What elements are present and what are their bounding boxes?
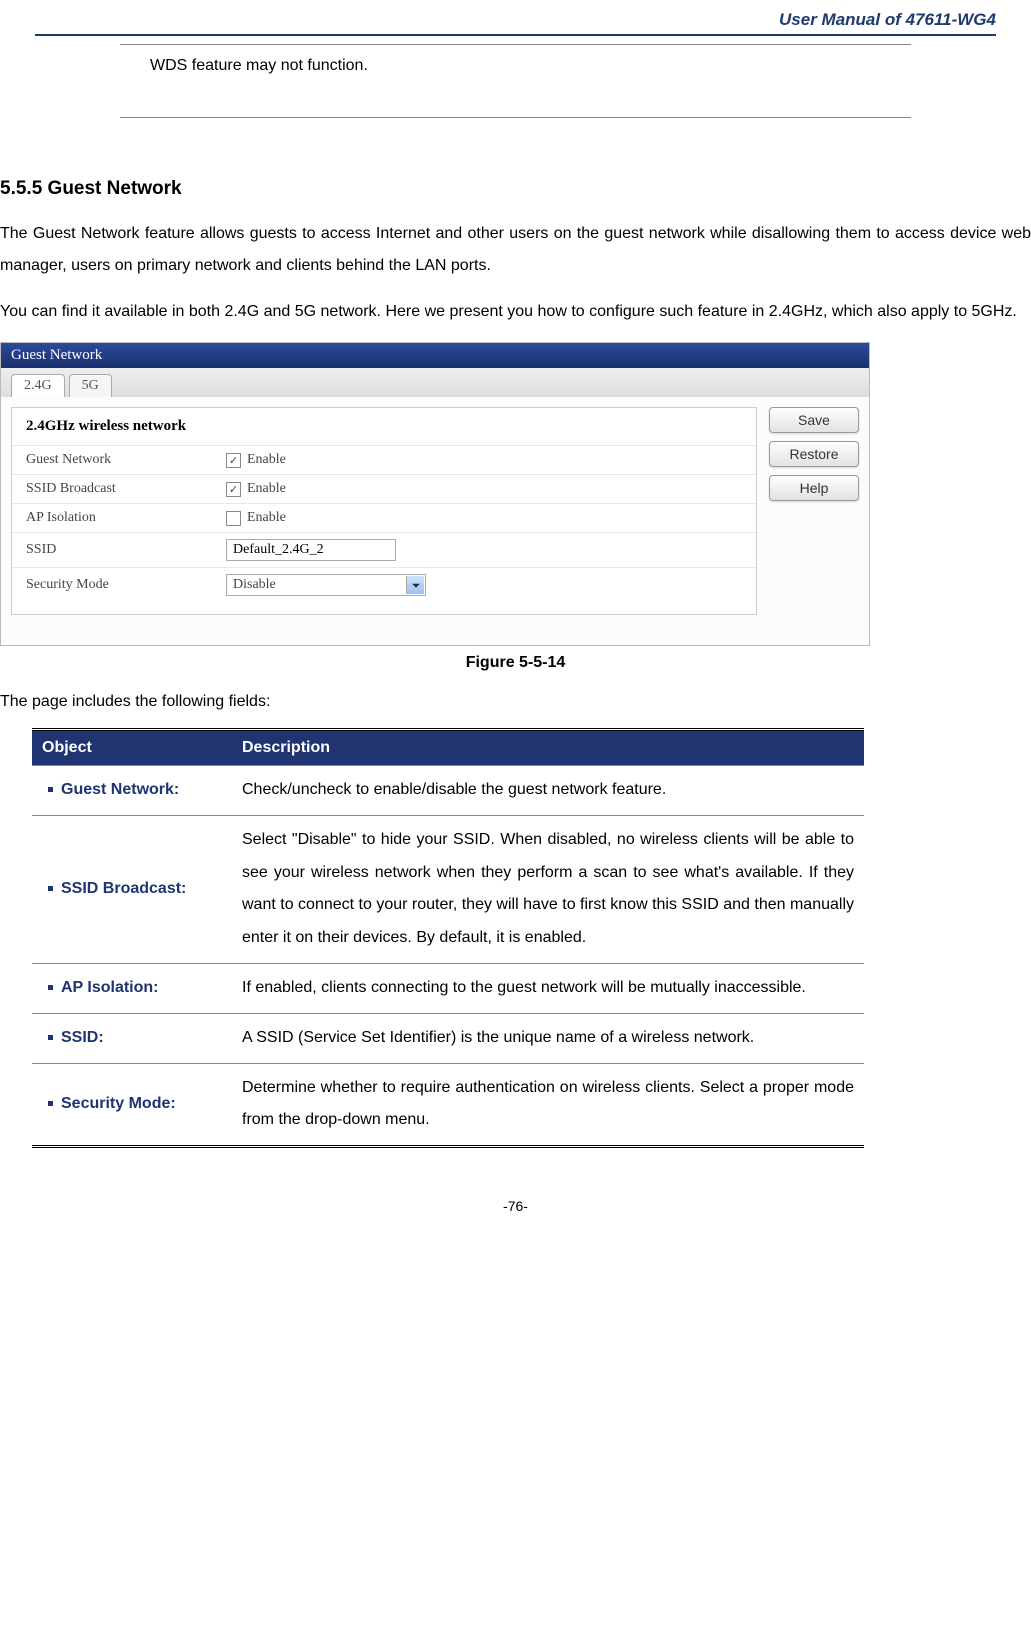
bullet-icon — [48, 787, 53, 792]
bullet-icon — [48, 1101, 53, 1106]
bullet-icon — [48, 886, 53, 891]
side-buttons: Save Restore Help — [769, 407, 859, 615]
enable-text: Enable — [247, 510, 286, 526]
desc-ssid: A SSID (Service Set Identifier) is the u… — [232, 1013, 864, 1063]
enable-text: Enable — [247, 452, 286, 468]
window-title: Guest Network — [1, 343, 869, 368]
tab-5g[interactable]: 5G — [69, 374, 112, 397]
doc-header-title: User Manual of 47611-WG4 — [0, 10, 1031, 34]
security-mode-select[interactable]: Disable — [226, 574, 426, 596]
description-table: Object Description Guest Network: Check/… — [32, 728, 864, 1148]
desc-guest-network: Check/uncheck to enable/disable the gues… — [232, 766, 864, 816]
desc-ssid-broadcast: Select "Disable" to hide your SSID. When… — [232, 815, 864, 963]
desc-ap-isolation: If enabled, clients connecting to the gu… — [232, 963, 864, 1013]
tab-bar: 2.4G 5G — [1, 368, 869, 397]
obj-security-mode: Security Mode: — [61, 1095, 176, 1112]
page-number: -76- — [0, 1198, 1031, 1214]
ssid-input[interactable] — [226, 539, 396, 561]
checkbox-ssid-broadcast[interactable]: ✓ — [226, 482, 241, 497]
fields-intro: The page includes the following fields: — [0, 686, 1031, 718]
table-row: SSID: A SSID (Service Set Identifier) is… — [32, 1013, 864, 1063]
paragraph-1: The Guest Network feature allows guests … — [0, 218, 1031, 282]
header-rule — [35, 34, 996, 36]
row-security-mode: Security Mode Disable — [12, 567, 756, 602]
label-guest-network: Guest Network — [26, 452, 226, 468]
row-ap-isolation: AP Isolation Enable — [12, 503, 756, 532]
row-ssid: SSID — [12, 532, 756, 567]
chevron-down-icon — [412, 584, 420, 588]
obj-ssid-broadcast: SSID Broadcast: — [61, 880, 186, 897]
th-description: Description — [232, 730, 864, 766]
help-button[interactable]: Help — [769, 475, 859, 501]
obj-guest-network: Guest Network: — [61, 781, 179, 798]
table-row: Security Mode: Determine whether to requ… — [32, 1063, 864, 1147]
guest-network-window: Guest Network 2.4G 5G 2.4GHz wireless ne… — [0, 342, 870, 646]
note-callout-end-rule — [120, 117, 911, 118]
bullet-icon — [48, 985, 53, 990]
table-row: Guest Network: Check/uncheck to enable/d… — [32, 766, 864, 816]
table-row: SSID Broadcast: Select "Disable" to hide… — [32, 815, 864, 963]
obj-ssid: SSID: — [61, 1029, 104, 1046]
th-object: Object — [32, 730, 232, 766]
label-ssid: SSID — [26, 542, 226, 558]
table-row: AP Isolation: If enabled, clients connec… — [32, 963, 864, 1013]
form-heading: 2.4GHz wireless network — [12, 408, 756, 445]
section-heading: 5.5.5 Guest Network — [0, 178, 1031, 218]
save-button[interactable]: Save — [769, 407, 859, 433]
tab-2-4g[interactable]: 2.4G — [11, 374, 65, 397]
label-security-mode: Security Mode — [26, 577, 226, 593]
enable-text: Enable — [247, 481, 286, 497]
row-ssid-broadcast: SSID Broadcast ✓ Enable — [12, 474, 756, 503]
checkbox-guest-network[interactable]: ✓ — [226, 453, 241, 468]
label-ap-isolation: AP Isolation — [26, 510, 226, 526]
checkbox-ap-isolation[interactable] — [226, 511, 241, 526]
security-mode-value: Disable — [233, 577, 276, 592]
settings-form: 2.4GHz wireless network Guest Network ✓ … — [11, 407, 757, 615]
obj-ap-isolation: AP Isolation: — [61, 979, 159, 996]
figure-caption: Figure 5-5-14 — [0, 654, 1031, 672]
note-text: WDS feature may not function. — [150, 57, 368, 74]
restore-button[interactable]: Restore — [769, 441, 859, 467]
label-ssid-broadcast: SSID Broadcast — [26, 481, 226, 497]
paragraph-2: You can find it available in both 2.4G a… — [0, 296, 1031, 328]
note-callout: WDS feature may not function. — [120, 44, 911, 87]
desc-security-mode: Determine whether to require authenticat… — [232, 1063, 864, 1147]
row-guest-network: Guest Network ✓ Enable — [12, 445, 756, 474]
bullet-icon — [48, 1035, 53, 1040]
